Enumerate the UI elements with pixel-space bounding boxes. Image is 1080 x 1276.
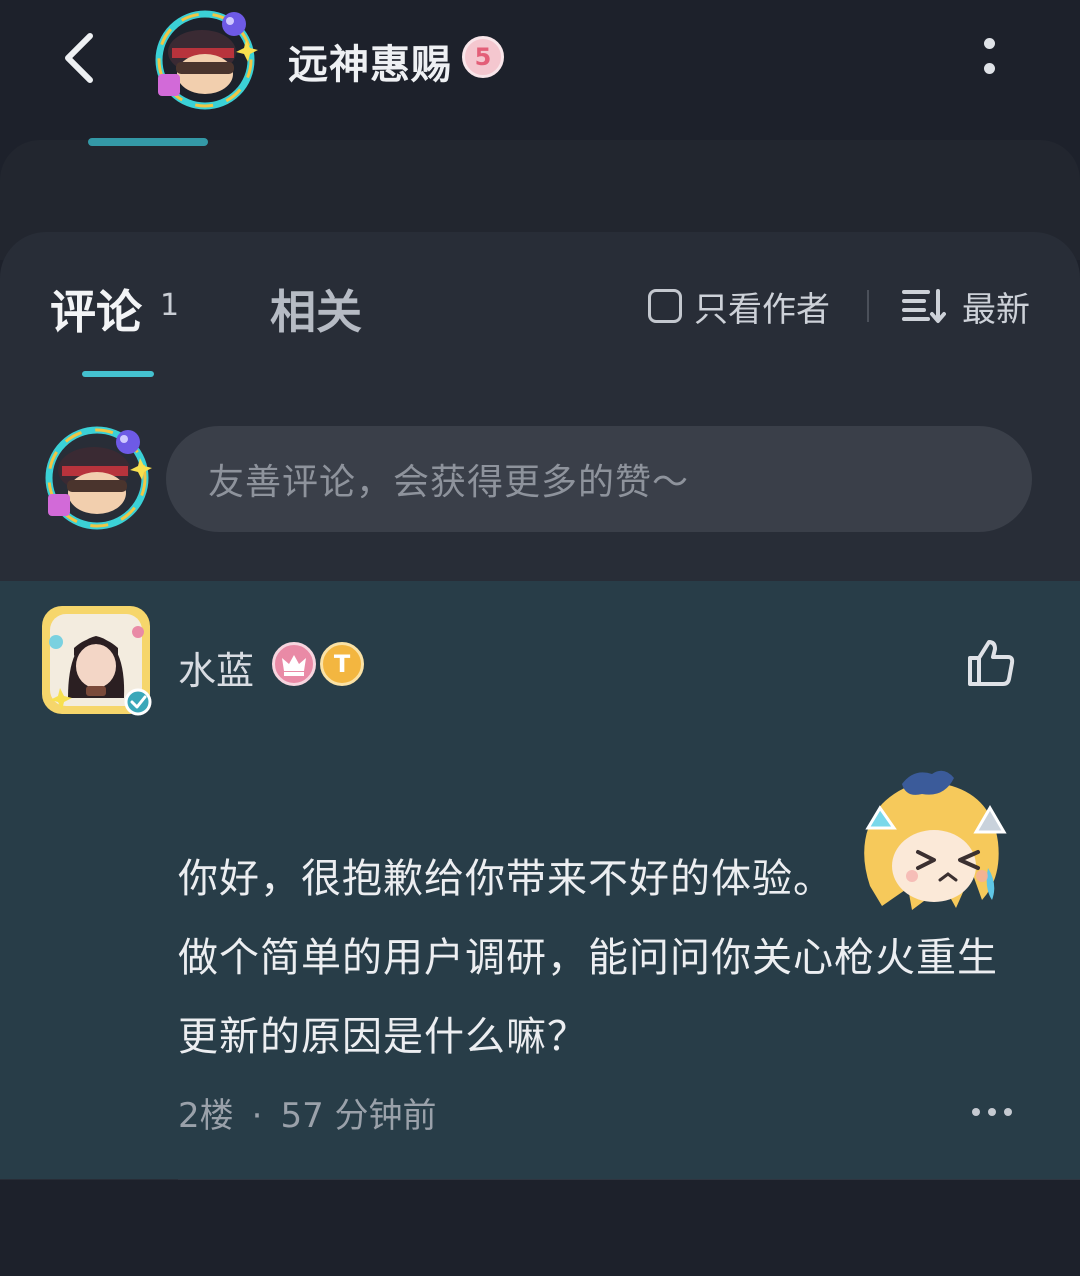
sort-button[interactable]: 最新 <box>902 284 1030 330</box>
filter-divider <box>867 290 869 322</box>
comment-text: 你好，很抱歉给你带来不好的体验。 做个简单的用户调研，能问问你关心枪火重生 更新… <box>178 840 1038 1077</box>
more-vertical-icon <box>984 38 995 49</box>
level-badge: 5 <box>462 36 504 78</box>
post-detail-page: 远神惠赐 5 评论 1 相关 只看作者 最新 友善评论，会获得更多的赞～ 水蓝 … <box>0 0 1080 1276</box>
comments-count: 1 <box>160 288 180 323</box>
top-bar: 远神惠赐 5 <box>0 0 1080 130</box>
author-name[interactable]: 远神惠赐 <box>288 32 452 90</box>
author-only-label: 只看作者 <box>694 289 830 330</box>
sort-icon <box>902 289 946 323</box>
author-only-filter[interactable]: 只看作者 <box>648 284 830 330</box>
back-button[interactable] <box>56 26 112 90</box>
commenter-name[interactable]: 水蓝 <box>178 640 254 695</box>
comment-meta: 2楼 · 57 分钟前 <box>178 1088 437 1137</box>
commenter-avatar[interactable] <box>38 602 154 718</box>
crown-icon <box>282 655 306 676</box>
author-avatar[interactable] <box>150 4 260 112</box>
back-arrow-icon <box>65 33 93 83</box>
article-tab-indicator <box>88 138 208 146</box>
sort-label: 最新 <box>962 289 1030 330</box>
bottom-area <box>0 1180 1080 1276</box>
t-badge: T <box>320 642 364 686</box>
meta-separator: · <box>251 1096 263 1136</box>
floor-number: 2楼 <box>178 1096 234 1136</box>
more-options-button[interactable] <box>968 36 1012 80</box>
comment-time: 57 分钟前 <box>280 1096 437 1136</box>
my-avatar <box>40 420 154 534</box>
comment-line: 做个简单的用户调研，能问问你关心枪火重生 <box>178 935 998 981</box>
thumbs-up-icon <box>968 640 1015 686</box>
tab-comments[interactable]: 评论 <box>50 276 142 342</box>
comment-line: 更新的原因是什么嘛？ <box>178 1014 588 1060</box>
active-tab-indicator <box>82 371 154 377</box>
comment-more-button[interactable] <box>970 1104 1014 1120</box>
more-horizontal-icon <box>972 1108 980 1116</box>
tab-related[interactable]: 相关 <box>270 276 362 342</box>
crown-badge <box>272 642 316 686</box>
checkbox-icon[interactable] <box>648 289 682 323</box>
comment-input[interactable]: 友善评论，会获得更多的赞～ <box>166 426 1032 532</box>
like-button[interactable] <box>964 636 1018 690</box>
comment-line: 你好，很抱歉给你带来不好的体验。 <box>178 856 834 902</box>
